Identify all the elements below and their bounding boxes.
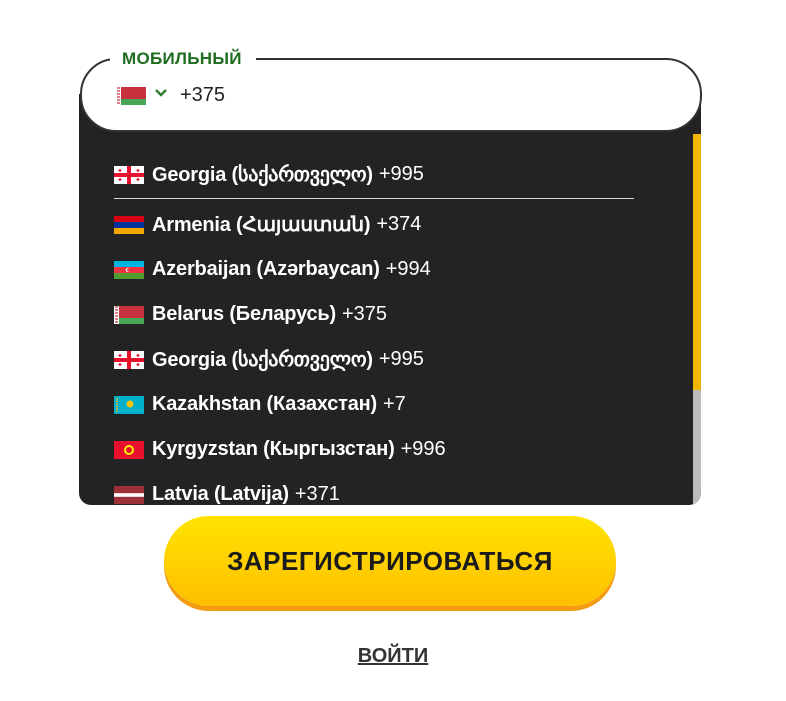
country-code: +995 xyxy=(378,348,424,370)
country-option-georgia[interactable]: Georgia (საქართველო) +995 xyxy=(114,337,681,382)
flag-kazakhstan-icon xyxy=(114,395,144,414)
country-code: +371 xyxy=(294,483,340,505)
login-link[interactable]: ВОЙТИ xyxy=(0,645,786,668)
country-code: +995 xyxy=(378,163,424,185)
list-divider xyxy=(114,198,634,199)
country-code: +7 xyxy=(383,393,406,415)
scrollbar-thumb[interactable] xyxy=(693,134,701,390)
country-code: +996 xyxy=(400,438,446,460)
country-list: Georgia (საქართველო) +995 Armenia (Հայաս… xyxy=(114,152,681,505)
country-code: +375 xyxy=(341,303,388,325)
country-name: Belarus (Беларусь) xyxy=(152,303,336,325)
flag-azerbaijan-icon xyxy=(114,260,144,279)
flag-georgia-icon xyxy=(114,165,144,184)
country-option-kyrgyzstan[interactable]: Kyrgyzstan (Кыргызстан) +996 xyxy=(114,427,681,472)
country-option-belarus[interactable]: Belarus (Беларусь) +375 xyxy=(114,292,681,337)
country-option-armenia[interactable]: Armenia (Հայաստան) +374 xyxy=(114,202,681,247)
country-name: Georgia (საქართველო) xyxy=(152,349,373,371)
country-name: Latvia (Latvija) xyxy=(152,483,289,505)
country-name: Kyrgyzstan (Кыргызстан) xyxy=(152,438,395,460)
country-option-kazakhstan[interactable]: Kazakhstan (Казахстан) +7 xyxy=(114,382,681,427)
phone-field-group: МОБИЛЬНЫЙ +375 xyxy=(80,48,702,132)
dropdown-scrollbar[interactable] xyxy=(693,134,701,505)
country-name: Kazakhstan (Казахстан) xyxy=(152,393,377,415)
country-option-azerbaijan[interactable]: Azerbaijan (Azərbaycan) +994 xyxy=(114,247,681,292)
flag-armenia-icon xyxy=(114,215,144,234)
country-option-georgia-pinned[interactable]: Georgia (საქართველო) +995 xyxy=(114,152,681,197)
country-name: Azerbaijan (Azərbaycan) xyxy=(152,258,380,280)
flag-belarus-icon[interactable] xyxy=(116,87,146,105)
phone-field-label: МОБИЛЬНЫЙ xyxy=(110,48,256,70)
country-name: Georgia (საქართველო) xyxy=(152,164,373,186)
country-dropdown[interactable]: Georgia (საქართველო) +995 Armenia (Հայաս… xyxy=(79,94,701,505)
country-code: +374 xyxy=(376,213,422,235)
phone-code-value[interactable]: +375 xyxy=(180,84,225,107)
country-code: +994 xyxy=(385,258,431,280)
phone-input-field[interactable]: МОБИЛЬНЫЙ +375 xyxy=(80,48,702,132)
flag-latvia-icon xyxy=(114,485,144,504)
country-name: Armenia (Հայաստան) xyxy=(152,214,371,236)
register-button[interactable]: ЗАРЕГИСТРИРОВАТЬСЯ xyxy=(164,516,616,606)
chevron-down-icon[interactable] xyxy=(154,86,168,100)
flag-georgia-icon xyxy=(114,350,144,369)
flag-kyrgyzstan-icon xyxy=(114,440,144,459)
flag-belarus-icon xyxy=(114,305,144,324)
country-option-latvia[interactable]: Latvia (Latvija) +371 xyxy=(114,472,681,505)
